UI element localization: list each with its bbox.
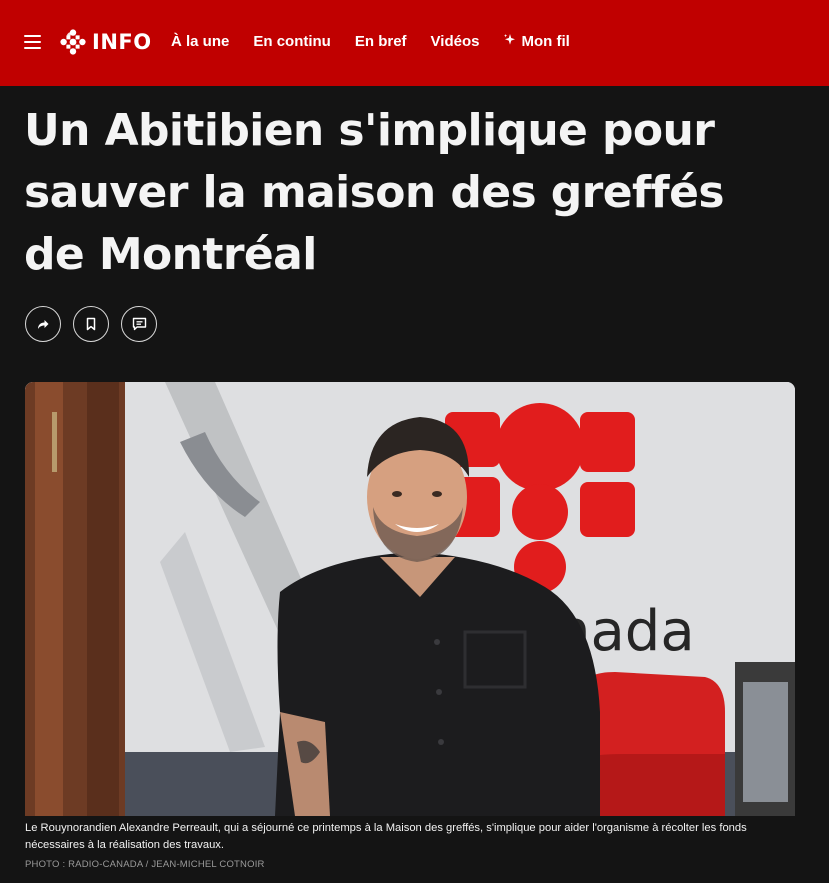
nav-en-continu[interactable]: En continu: [253, 33, 331, 50]
share-button[interactable]: [25, 306, 61, 342]
info-logo[interactable]: INFO: [60, 29, 152, 55]
comment-icon: [132, 317, 146, 331]
photo-caption: Le Rouynorandien Alexandre Perreault, qu…: [25, 822, 747, 851]
nav-mon-fil-label: Mon fil: [521, 33, 570, 50]
gem-logo-icon: [60, 29, 86, 55]
nav-mon-fil[interactable]: Mon fil: [503, 33, 570, 50]
article-actions: [25, 306, 157, 342]
sparkle-icon: [503, 33, 516, 50]
menu-icon[interactable]: [24, 35, 41, 49]
share-icon: [38, 320, 49, 329]
top-navigation-bar: INFO À la une En continu En bref Vidéos …: [0, 0, 829, 86]
bookmark-icon: [86, 317, 96, 331]
article-photo: nada: [25, 382, 795, 816]
main-nav: À la une En continu En bref Vidéos Mon f…: [171, 33, 594, 50]
comment-button[interactable]: [121, 306, 157, 342]
bookmark-button[interactable]: [73, 306, 109, 342]
nav-videos[interactable]: Vidéos: [431, 33, 480, 50]
photo-credit: PHOTO : RADIO-CANADA / JEAN-MICHEL COTNO…: [25, 859, 265, 870]
logo-text: INFO: [92, 30, 152, 54]
photo-illustration: nada: [25, 382, 795, 816]
nav-en-bref[interactable]: En bref: [355, 33, 407, 50]
nav-a-la-une[interactable]: À la une: [171, 33, 229, 50]
article-headline: Un Abitibien s'implique pour sauver la m…: [24, 105, 725, 280]
